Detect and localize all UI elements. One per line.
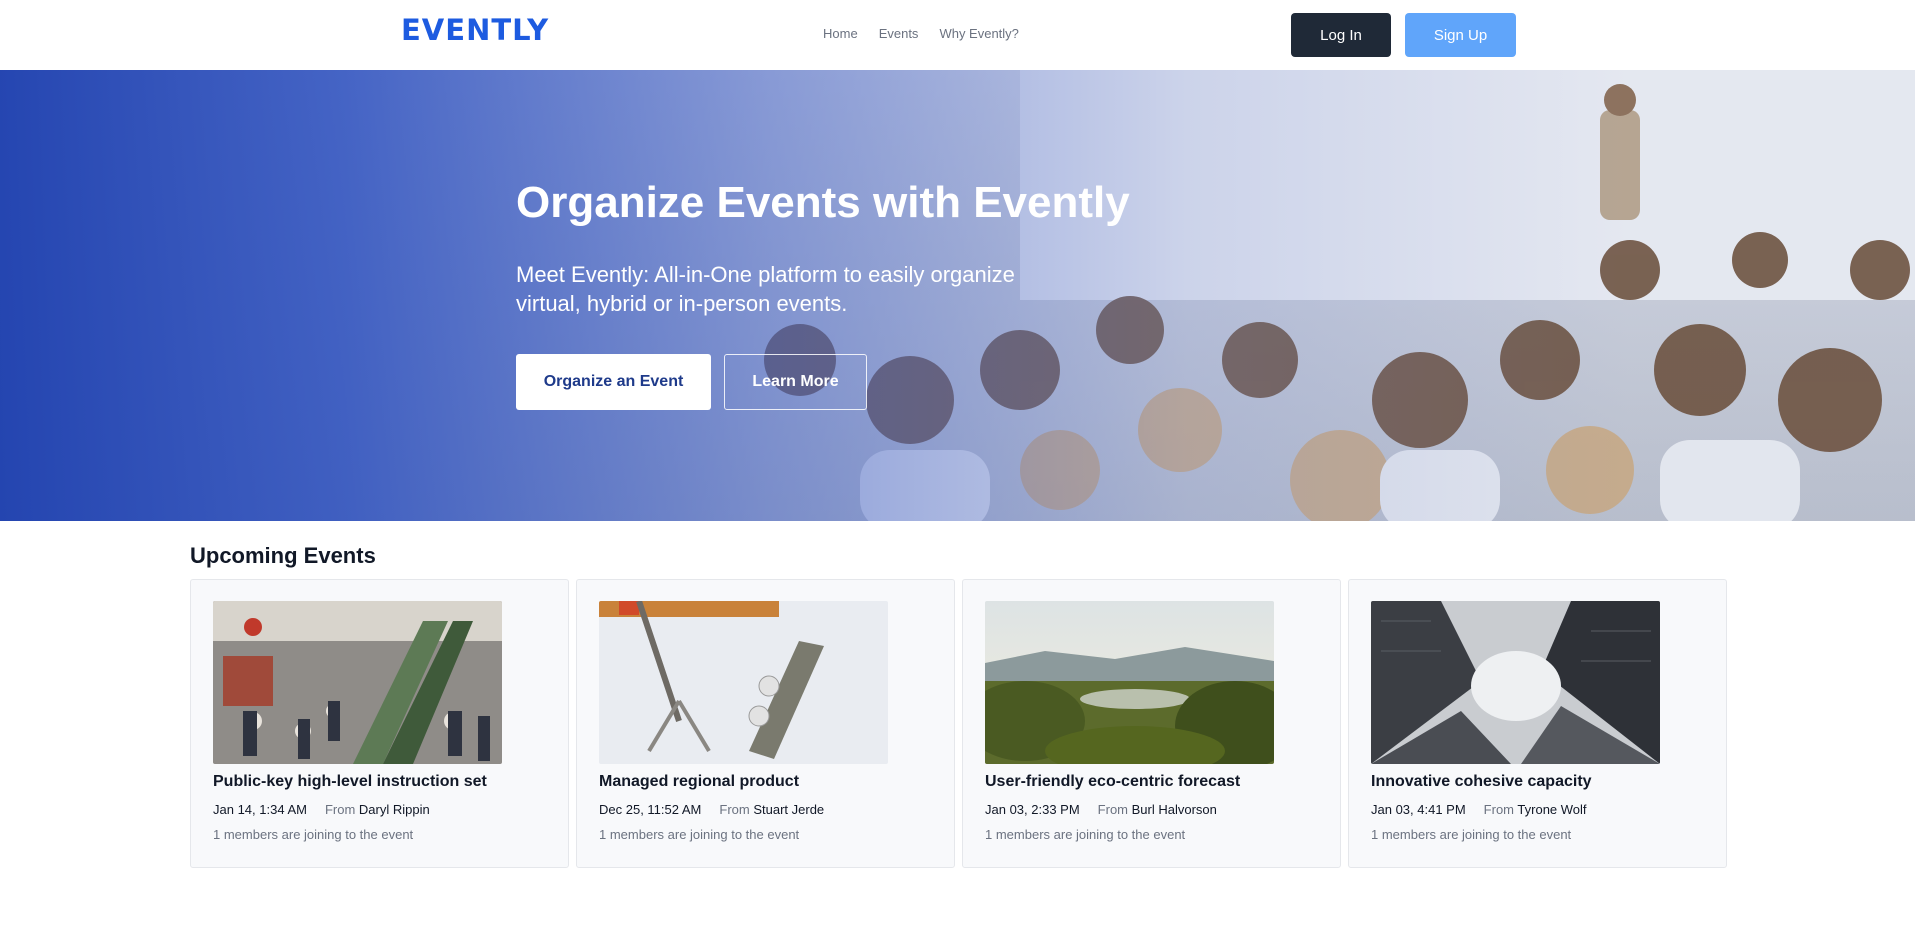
- event-card[interactable]: Public-key high-level instruction set Ja…: [190, 579, 569, 868]
- event-organizer: Daryl Rippin: [358, 802, 430, 817]
- event-image-tools: [599, 601, 888, 764]
- main-nav: Home Events Why Evently?: [823, 26, 1019, 41]
- signup-button[interactable]: Sign Up: [1405, 13, 1516, 57]
- nav-home[interactable]: Home: [823, 26, 858, 41]
- event-organizer: Stuart Jerde: [753, 802, 825, 817]
- event-meta: Jan 14, 1:34 AM From Daryl Rippin: [213, 802, 430, 817]
- from-label: From: [719, 802, 750, 817]
- from-label: From: [1097, 802, 1129, 817]
- learn-more-button[interactable]: Learn More: [724, 354, 867, 410]
- site-header: EVENTLY Home Events Why Evently? Log In …: [0, 0, 1915, 70]
- nav-why-evently[interactable]: Why Evently?: [939, 26, 1018, 41]
- login-button[interactable]: Log In: [1291, 13, 1391, 57]
- event-card[interactable]: User-friendly eco-centric forecast Jan 0…: [962, 579, 1341, 868]
- upcoming-events-title: Upcoming Events: [190, 543, 376, 568]
- event-organizer: Burl Halvorson: [1131, 802, 1217, 817]
- from-label: From: [324, 802, 356, 817]
- event-card[interactable]: Innovative cohesive capacity Jan 03, 4:4…: [1348, 579, 1727, 868]
- event-date: Jan 03, 4:41 PM: [1371, 802, 1466, 817]
- event-card[interactable]: Managed regional product Dec 25, 11:52 A…: [576, 579, 955, 868]
- event-card-list: Public-key high-level instruction set Ja…: [190, 579, 1727, 868]
- event-members: 1 members are joining to the event: [213, 827, 414, 842]
- logo[interactable]: EVENTLY: [401, 13, 549, 47]
- hero-banner: Organize Events with Evently Meet Eventl…: [0, 70, 1915, 521]
- event-title[interactable]: User-friendly eco-centric forecast: [985, 773, 1240, 791]
- event-meta: Jan 03, 2:33 PM From Burl Halvorson: [985, 802, 1217, 817]
- event-image-mall: [213, 601, 502, 764]
- event-date: Dec 25, 11:52 AM: [599, 802, 702, 817]
- hero-title: Organize Events with Evently: [516, 178, 1130, 227]
- event-members: 1 members are joining to the event: [1371, 827, 1572, 842]
- event-image-landscape: [985, 601, 1274, 764]
- event-meta: Jan 03, 4:41 PM From Tyrone Wolf: [1371, 802, 1587, 817]
- event-organizer: Tyrone Wolf: [1517, 802, 1587, 817]
- event-members: 1 members are joining to the event: [985, 827, 1186, 842]
- event-members: 1 members are joining to the event: [599, 827, 800, 842]
- event-image-skyscrapers: [1371, 601, 1660, 764]
- event-date: Jan 03, 2:33 PM: [985, 802, 1080, 817]
- event-date: Jan 14, 1:34 AM: [213, 802, 307, 817]
- nav-events[interactable]: Events: [879, 26, 919, 41]
- event-title[interactable]: Public-key high-level instruction set: [213, 773, 487, 791]
- organize-event-button[interactable]: Organize an Event: [516, 354, 711, 410]
- hero-subtitle: Meet Evently: All-in-One platform to eas…: [516, 262, 1015, 316]
- event-title[interactable]: Innovative cohesive capacity: [1371, 773, 1592, 791]
- event-title[interactable]: Managed regional product: [599, 773, 799, 791]
- event-meta: Dec 25, 11:52 AM From Stuart Jerde: [599, 802, 824, 817]
- from-label: From: [1483, 802, 1515, 817]
